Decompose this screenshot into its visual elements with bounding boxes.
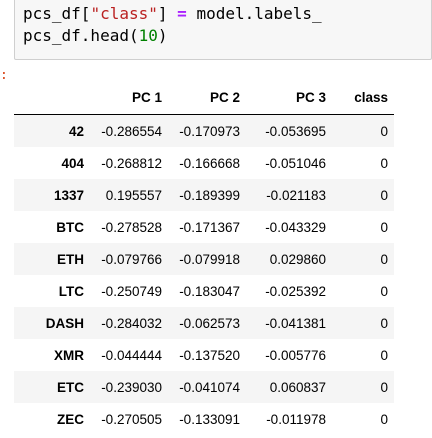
code-line-1: pcs_df["class"] = model.labels_ <box>23 4 322 23</box>
cell-pc2: -0.183047 <box>179 283 240 299</box>
cell-pc2: -0.133091 <box>179 411 240 427</box>
cell-class: 0 <box>380 219 388 235</box>
code-operator: = <box>177 4 187 23</box>
table-row: ZEC -0.270505 -0.133091 -0.011978 0 <box>14 403 394 435</box>
cell-pc1: -0.239030 <box>101 379 162 395</box>
code-string: "class" <box>90 4 158 23</box>
cell-pc1: -0.286554 <box>101 123 162 139</box>
table-row: ETC -0.239030 -0.041074 0.060837 0 <box>14 371 394 403</box>
column-header-index <box>14 80 92 115</box>
output-area: PC 1 PC 2 PC 3 class 42 -0.286554 -0.170… <box>14 80 394 435</box>
cell-pc1: -0.044444 <box>101 347 162 363</box>
cell-class: 0 <box>380 283 388 299</box>
code-token: pcs_df[ <box>23 4 91 23</box>
table-row: XMR -0.044444 -0.137520 -0.005776 0 <box>14 339 394 371</box>
cell-pc2: -0.170973 <box>179 123 240 139</box>
cell-class: 0 <box>380 347 388 363</box>
row-index: DASH <box>45 315 84 331</box>
cell-pc1: -0.250749 <box>101 283 162 299</box>
row-index: 404 <box>61 155 84 171</box>
cell-pc3: 0.060837 <box>269 379 326 395</box>
cell-pc3: -0.041381 <box>265 315 326 331</box>
row-index: 1337 <box>53 187 84 203</box>
cell-class: 0 <box>380 123 388 139</box>
cell-class: 0 <box>380 315 388 331</box>
column-header-class: class <box>332 80 394 115</box>
column-header-pc2: PC 2 <box>168 80 246 115</box>
code-line-2: pcs_df.head(10) <box>23 26 168 45</box>
row-index: LTC <box>58 283 84 299</box>
code-token: ) <box>157 26 168 45</box>
code-token: model.labels_ <box>196 4 322 23</box>
cell-pc3: -0.025392 <box>265 283 326 299</box>
column-header-pc1: PC 1 <box>92 80 168 115</box>
cell-pc3: -0.043329 <box>265 219 326 235</box>
cell-pc2: -0.166668 <box>179 155 240 171</box>
code-number: 10 <box>138 26 158 45</box>
cell-pc2: -0.137520 <box>179 347 240 363</box>
cell-pc2: -0.079918 <box>179 251 240 267</box>
code-token: ] <box>157 4 168 23</box>
cell-pc2: -0.041074 <box>179 379 240 395</box>
cell-class: 0 <box>380 379 388 395</box>
table-row: 42 -0.286554 -0.170973 -0.053695 0 <box>14 114 394 147</box>
cell-class: 0 <box>380 251 388 267</box>
code-token: pcs_df.head( <box>23 26 139 45</box>
row-index: ETH <box>57 251 84 267</box>
table-row: ETH -0.079766 -0.079918 0.029860 0 <box>14 243 394 275</box>
cell-pc1: -0.284032 <box>101 315 162 331</box>
cell-pc1: -0.270505 <box>101 411 162 427</box>
cell-pc1: -0.278528 <box>101 219 162 235</box>
row-index: BTC <box>56 219 84 235</box>
code-editor[interactable]: pcs_df["class"] = model.labels_ pcs_df.h… <box>23 3 322 47</box>
cell-pc2: -0.062573 <box>179 315 240 331</box>
cell-pc2: -0.171367 <box>179 219 240 235</box>
table-row: 1337 0.195557 -0.189399 -0.021183 0 <box>14 179 394 211</box>
row-index: ZEC <box>57 411 84 427</box>
table-row: BTC -0.278528 -0.171367 -0.043329 0 <box>14 211 394 243</box>
cell-pc3: 0.029860 <box>269 251 326 267</box>
cell-pc3: -0.053695 <box>265 123 326 139</box>
row-index: XMR <box>54 347 84 363</box>
table-row: 404 -0.268812 -0.166668 -0.051046 0 <box>14 147 394 179</box>
row-index: ETC <box>57 379 84 395</box>
cell-pc1: -0.268812 <box>101 155 162 171</box>
dataframe-table: PC 1 PC 2 PC 3 class 42 -0.286554 -0.170… <box>14 80 394 435</box>
cell-pc1: -0.079766 <box>101 251 162 267</box>
code-cell-input[interactable]: pcs_df["class"] = model.labels_ pcs_df.h… <box>14 0 432 60</box>
table-row: DASH -0.284032 -0.062573 -0.041381 0 <box>14 307 394 339</box>
table-header-row: PC 1 PC 2 PC 3 class <box>14 80 394 115</box>
cell-class: 0 <box>380 155 388 171</box>
cell-pc3: -0.021183 <box>266 187 326 203</box>
cell-pc1: 0.195557 <box>105 187 162 203</box>
output-prompt: : <box>0 68 8 83</box>
cell-pc3: -0.051046 <box>265 155 326 171</box>
cell-class: 0 <box>380 187 388 203</box>
cell-class: 0 <box>380 411 388 427</box>
cell-pc3: -0.005776 <box>265 347 326 363</box>
table-row: LTC -0.250749 -0.183047 -0.025392 0 <box>14 275 394 307</box>
cell-pc2: -0.189399 <box>179 187 240 203</box>
cell-pc3: -0.011978 <box>266 411 326 427</box>
row-index: 42 <box>68 123 84 139</box>
column-header-pc3: PC 3 <box>246 80 332 115</box>
